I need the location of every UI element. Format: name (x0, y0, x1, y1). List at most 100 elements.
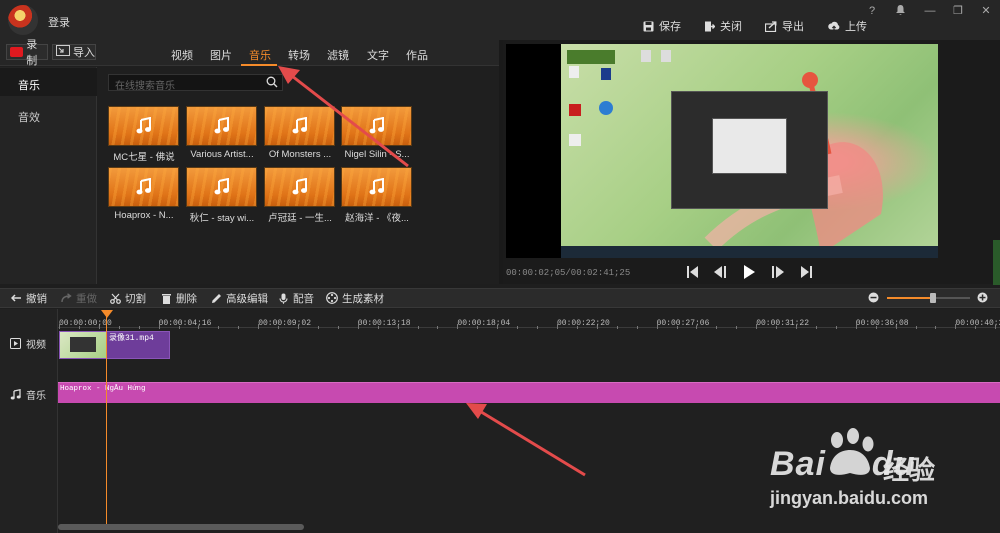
save-button[interactable]: 保存 (642, 19, 681, 33)
save-label: 保存 (659, 21, 681, 33)
tab-music[interactable]: 音乐 (249, 47, 271, 63)
ruler-tick (935, 326, 937, 329)
delete-label: 删除 (176, 292, 197, 305)
ruler-tick (517, 326, 519, 329)
skip-forward-icon (801, 266, 812, 278)
tab-transition[interactable]: 转场 (288, 47, 310, 63)
search-icon[interactable] (266, 76, 278, 88)
close-project-label: 关闭 (720, 21, 742, 33)
music-note-icon (369, 117, 384, 134)
music-tile-label: MC七星 - 佛说 (113, 152, 175, 163)
redo-button[interactable]: 重做 (60, 291, 97, 305)
login-link[interactable]: 登录 (48, 14, 70, 30)
cut-button[interactable]: 切割 (109, 291, 146, 305)
side-panel-handle[interactable] (993, 240, 1000, 285)
timeline-horizontal-scrollbar[interactable] (58, 524, 304, 530)
zoom-out-button[interactable] (868, 292, 879, 303)
tab-video[interactable]: 视频 (171, 47, 193, 63)
ruler-tick (995, 326, 997, 329)
music-note-icon (136, 178, 151, 195)
sidebar-item-sound-effects[interactable]: 音效 (0, 105, 97, 127)
playhead-line[interactable] (106, 314, 107, 528)
music-tile-label: 赵海洋 - 《夜... (345, 213, 409, 224)
ruler-tick (118, 326, 120, 329)
undo-button[interactable]: 撤销 (10, 291, 47, 305)
window-close-button[interactable]: ✕ (976, 4, 996, 18)
ruler-tick (696, 326, 698, 329)
record-label: 录制 (26, 39, 38, 67)
restore-button[interactable]: ❐ (948, 4, 968, 18)
tab-text[interactable]: 文字 (367, 47, 389, 63)
ruler-tick (218, 326, 220, 329)
search-placeholder: 在线搜索音乐 (115, 81, 175, 92)
music-tile[interactable] (108, 106, 179, 146)
zoom-slider-handle[interactable] (930, 293, 936, 303)
tab-works[interactable]: 作品 (406, 47, 428, 63)
ruler-tick (278, 326, 280, 329)
minimize-button[interactable]: — (920, 4, 940, 18)
advanced-edit-button[interactable]: 高级编辑 (210, 291, 268, 305)
tab-image[interactable]: 图片 (210, 47, 232, 63)
ruler-tick (975, 326, 977, 329)
music-tile[interactable] (341, 167, 412, 207)
next-frame-button[interactable] (769, 263, 787, 281)
music-track-label: 音乐 (10, 387, 46, 402)
delete-button[interactable]: 删除 (160, 291, 197, 305)
ruler-tick (457, 324, 459, 329)
ruler-tick (417, 326, 419, 329)
video-track-name: 视频 (26, 339, 46, 351)
play-button[interactable] (740, 263, 758, 281)
ruler-tick (78, 326, 80, 329)
music-tile[interactable] (341, 106, 412, 146)
preview-timecode: 00:00:02;05/00:02:41;25 (506, 268, 631, 278)
import-button[interactable]: 导入 (52, 44, 96, 60)
voiceover-button[interactable]: 配音 (277, 291, 314, 305)
zoom-in-button[interactable] (977, 292, 988, 303)
ruler-tick (377, 326, 379, 329)
ruler-tick-label: 00:00:18;04 (457, 319, 511, 328)
music-note-icon (369, 178, 384, 195)
ruler-tick (656, 324, 658, 329)
music-tile[interactable] (186, 106, 257, 146)
ruler-tick-label: 00:00:27;06 (656, 319, 710, 328)
video-track-label: 视频 (10, 336, 46, 351)
ruler-tick (855, 324, 857, 329)
notification-icon[interactable] (890, 4, 910, 18)
ruler-tick (815, 326, 817, 329)
music-tile[interactable] (108, 167, 179, 207)
help-button[interactable]: ? (862, 4, 882, 18)
skip-to-start-button[interactable] (684, 263, 702, 281)
record-button[interactable]: 录制 (6, 39, 48, 67)
music-tile[interactable] (186, 167, 257, 207)
undo-icon (10, 292, 22, 304)
music-clip-name: Hoaprox - NgÅu Hứng (60, 385, 146, 393)
music-tile-label: 秋仁 - stay wi... (189, 213, 255, 224)
ruler-tick (317, 326, 319, 329)
upload-button[interactable]: 上传 (828, 19, 867, 33)
music-note-icon (136, 117, 151, 134)
generate-material-button[interactable]: 生成素材 (326, 291, 384, 305)
sidebar-item-music[interactable]: 音乐 (0, 68, 97, 96)
music-clip[interactable] (58, 382, 1000, 403)
watermark-url: jingyan.baidu.com (770, 488, 929, 508)
export-icon (765, 20, 777, 32)
music-tile[interactable] (264, 167, 335, 207)
export-label: 导出 (782, 21, 804, 33)
advanced-edit-label: 高级编辑 (226, 292, 268, 305)
previous-frame-button[interactable] (711, 263, 729, 281)
ruler-tick (596, 326, 598, 329)
pencil-icon (210, 292, 222, 304)
skip-to-end-button[interactable] (797, 263, 815, 281)
minus-circle-icon (868, 292, 879, 303)
ruler-tick (98, 326, 100, 329)
music-tile[interactable] (264, 106, 335, 146)
export-button[interactable]: 导出 (765, 19, 804, 33)
skip-back-icon (687, 266, 698, 278)
tab-filter[interactable]: 滤镜 (327, 47, 349, 63)
ruler-tick (477, 326, 479, 329)
music-note-icon (214, 117, 229, 134)
ruler-tick (915, 326, 917, 329)
playhead-handle[interactable] (101, 310, 113, 318)
ruler-tick (198, 326, 200, 329)
close-project-button[interactable]: 关闭 (703, 19, 742, 33)
